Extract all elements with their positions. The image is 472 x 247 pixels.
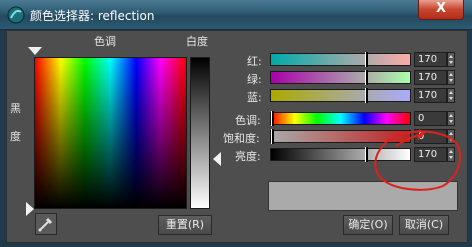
annotation-overlay — [374, 129, 461, 191]
annotation-circle — [374, 130, 461, 191]
annotation-arrow — [395, 133, 423, 147]
